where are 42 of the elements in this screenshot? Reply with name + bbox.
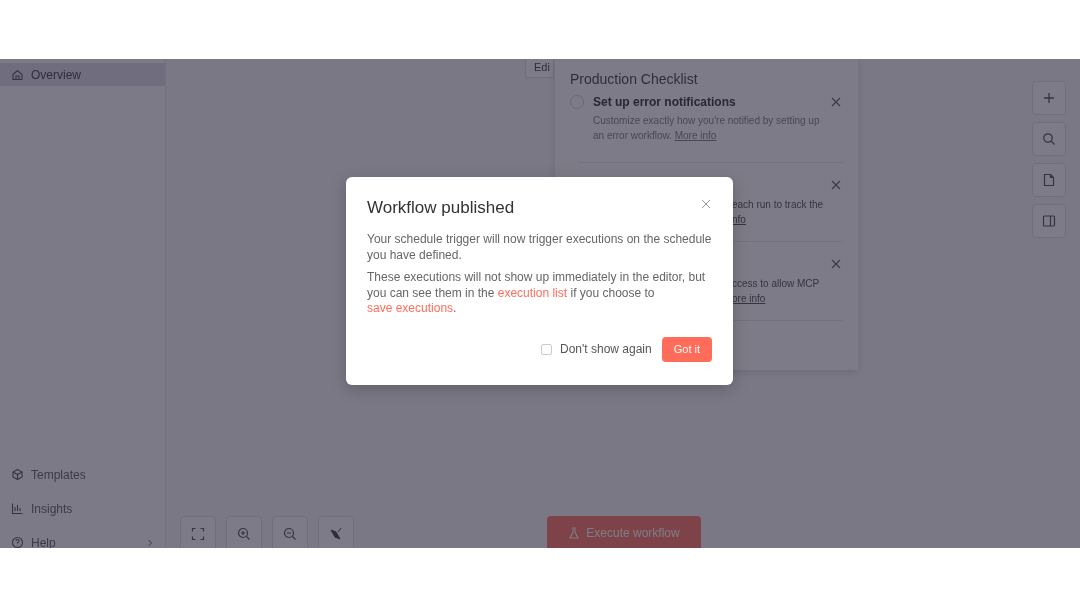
chevron-icon [146, 538, 154, 547]
zoom-in-button[interactable] [226, 516, 262, 548]
search-icon [1042, 132, 1056, 146]
broom-icon [329, 527, 343, 541]
dialog-title: Workflow published [367, 198, 515, 218]
more-info-link[interactable]: nfo [732, 212, 746, 227]
zoom-out-icon [283, 527, 297, 541]
fit-view-button[interactable] [180, 516, 216, 548]
checkbox[interactable] [541, 343, 552, 355]
sidebar-item[interactable]: Templates [0, 463, 165, 486]
checklist-item-description: ccess to allow MCP [732, 277, 820, 291]
expand-icon [191, 527, 205, 541]
zoom-out-button[interactable] [272, 516, 308, 548]
sticky-note-button[interactable] [1032, 163, 1066, 197]
dialog-message: Your schedule trigger will now trigger executions on the schedule you have defined. [367, 232, 712, 263]
checklist-item-title: Set up error notifications [593, 95, 736, 109]
add-button[interactable] [1032, 81, 1066, 115]
close-icon[interactable] [831, 259, 841, 269]
home-icon [11, 68, 24, 81]
close-icon[interactable] [701, 199, 711, 209]
help-icon [11, 536, 24, 548]
close-icon[interactable] [831, 180, 841, 190]
link[interactable]: execution list [497, 285, 568, 300]
note-icon [1042, 173, 1056, 187]
sidebar-item[interactable]: Overview [0, 63, 165, 86]
plus-icon [1042, 91, 1056, 105]
got-it-button[interactable]: Got it [661, 336, 712, 362]
panel-title: Production Checklist [570, 71, 699, 87]
checklist-item-description: each run to track the [732, 198, 824, 212]
side-panel-icon [1042, 214, 1056, 228]
panel-toggle-button[interactable] [1032, 204, 1066, 238]
bar-chart-icon [11, 502, 24, 515]
tidy-up-button[interactable] [318, 516, 354, 548]
search-button[interactable] [1032, 122, 1066, 156]
flask-icon [568, 526, 581, 539]
cube-icon [11, 468, 24, 481]
editor-tab[interactable]: Edi [525, 59, 554, 78]
close-icon[interactable] [831, 97, 841, 107]
sidebar-item[interactable]: Insights [0, 497, 165, 520]
zoom-in-icon [237, 527, 251, 541]
checkbox-label[interactable]: Don't show again [560, 342, 652, 356]
dialog-message: These executions will not show up immediately in the editor, but you can see them in the execution list if you choose to save executions. [367, 270, 707, 317]
